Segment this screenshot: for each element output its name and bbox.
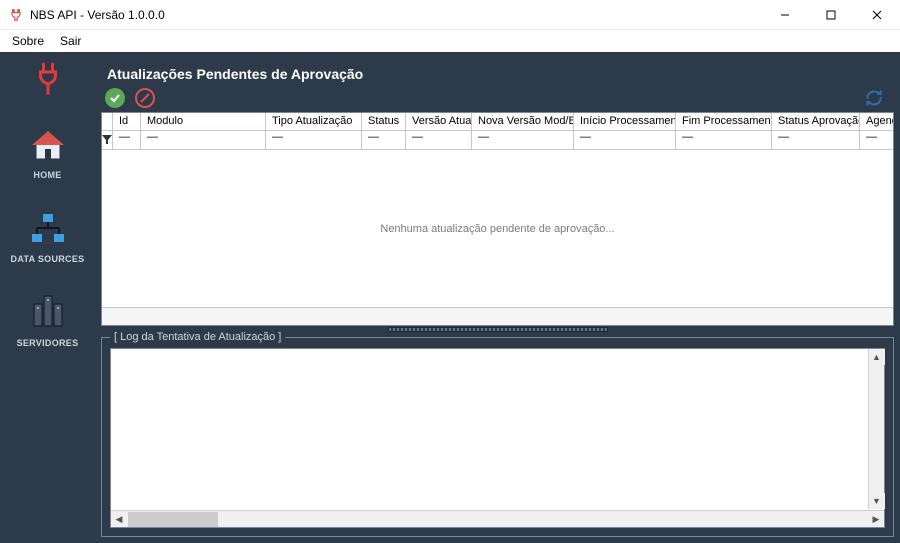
log-h-scrollbar[interactable]: ◀ ▶ <box>111 510 884 527</box>
filter-column[interactable] <box>102 113 113 149</box>
scroll-up-icon[interactable]: ▲ <box>869 349 885 365</box>
column-header[interactable]: Fim Processamento— <box>676 113 772 149</box>
column-label: Início Processamento <box>574 113 675 131</box>
window-title: NBS API - Versão 1.0.0.0 <box>30 8 165 22</box>
app-body: HOME DATA SOURCES <box>0 52 900 543</box>
scroll-thumb[interactable] <box>128 512 218 527</box>
window-controls <box>762 0 900 30</box>
refresh-button[interactable] <box>864 88 884 108</box>
log-text[interactable] <box>111 349 884 510</box>
prohibit-icon <box>137 90 153 106</box>
grid-header: Id—Modulo—Tipo Atualização—Status—Versão… <box>102 113 893 150</box>
panel-title: Atualizações Pendentes de Aprovação <box>107 66 894 82</box>
column-label: Tipo Atualização <box>266 113 361 131</box>
log-v-scrollbar[interactable]: ▲ ▼ <box>868 349 884 509</box>
sidebar-plug-icon <box>28 58 68 98</box>
sidebar: HOME DATA SOURCES <box>0 52 95 543</box>
scroll-left-icon[interactable]: ◀ <box>111 511 127 527</box>
menubar: Sobre Sair <box>0 30 900 52</box>
log-legend: [ Log da Tentativa de Atualização ] <box>110 331 285 343</box>
column-header[interactable]: Versão Atual— <box>406 113 472 149</box>
column-header[interactable]: Agendado pelo Aprov.— <box>860 113 893 149</box>
column-label: Agendado pelo Aprov. <box>860 113 893 131</box>
column-filter-cell[interactable]: — <box>574 131 675 149</box>
column-filter-cell[interactable]: — <box>113 131 140 149</box>
column-header[interactable]: Nova Versão Mod/Bd— <box>472 113 574 149</box>
column-label: Modulo <box>141 113 265 131</box>
column-filter-cell[interactable]: — <box>676 131 771 149</box>
filter-icon[interactable] <box>102 131 112 149</box>
scroll-right-icon[interactable]: ▶ <box>868 511 884 527</box>
column-filter-cell[interactable]: — <box>362 131 405 149</box>
approve-button[interactable] <box>105 88 125 108</box>
column-label: Fim Processamento <box>676 113 771 131</box>
column-filter-cell[interactable]: — <box>266 131 361 149</box>
titlebar: NBS API - Versão 1.0.0.0 <box>0 0 900 30</box>
datasources-icon <box>27 208 69 250</box>
refresh-icon <box>864 88 884 108</box>
grid-body: Nenhuma atualização pendente de aprovaçã… <box>102 150 893 307</box>
column-label: Id <box>113 113 140 131</box>
maximize-button[interactable] <box>808 0 854 30</box>
column-label: Status <box>362 113 405 131</box>
column-filter-cell[interactable]: — <box>406 131 471 149</box>
scroll-down-icon[interactable]: ▼ <box>869 493 885 509</box>
column-filter-cell[interactable]: — <box>141 131 265 149</box>
grid-footer <box>102 307 893 325</box>
menu-sair[interactable]: Sair <box>52 32 89 50</box>
close-button[interactable] <box>854 0 900 30</box>
column-filter-cell[interactable]: — <box>472 131 573 149</box>
column-header[interactable]: Modulo— <box>141 113 266 149</box>
content-panel: Atualizações Pendentes de Aprovação <box>95 52 900 543</box>
log-group: [ Log da Tentativa de Atualização ] ◀ ▶ … <box>101 337 894 537</box>
grid-empty-message: Nenhuma atualização pendente de aprovaçã… <box>380 223 614 235</box>
sidebar-item-servidores[interactable]: SERVIDORES <box>0 290 95 350</box>
reject-button[interactable] <box>135 88 155 108</box>
column-header[interactable]: Status Aprovação— <box>772 113 860 149</box>
column-label: Nova Versão Mod/Bd <box>472 113 573 131</box>
splitter-grip-icon <box>388 327 608 332</box>
column-filter-cell[interactable]: — <box>772 131 859 149</box>
sidebar-item-label: HOME <box>33 170 61 180</box>
column-header[interactable]: Início Processamento— <box>574 113 676 149</box>
sidebar-item-home[interactable]: HOME <box>0 122 95 182</box>
updates-grid: Id—Modulo—Tipo Atualização—Status—Versão… <box>101 112 894 326</box>
column-label: Status Aprovação <box>772 113 859 131</box>
servers-icon <box>27 292 69 334</box>
sidebar-item-datasources[interactable]: DATA SOURCES <box>0 206 95 266</box>
home-icon <box>27 124 69 166</box>
column-header[interactable]: Tipo Atualização— <box>266 113 362 149</box>
app-plug-icon <box>8 7 24 23</box>
sidebar-item-label: SERVIDORES <box>17 338 79 348</box>
column-filter-cell[interactable]: — <box>860 131 893 149</box>
column-header[interactable]: Id— <box>113 113 141 149</box>
column-label: Versão Atual <box>406 113 471 131</box>
menu-sobre[interactable]: Sobre <box>4 32 52 50</box>
column-header[interactable]: Status— <box>362 113 406 149</box>
check-icon <box>109 92 121 104</box>
toolbar <box>105 88 894 108</box>
sidebar-item-label: DATA SOURCES <box>11 254 85 264</box>
log-area: ◀ ▶ <box>110 348 885 528</box>
minimize-button[interactable] <box>762 0 808 30</box>
